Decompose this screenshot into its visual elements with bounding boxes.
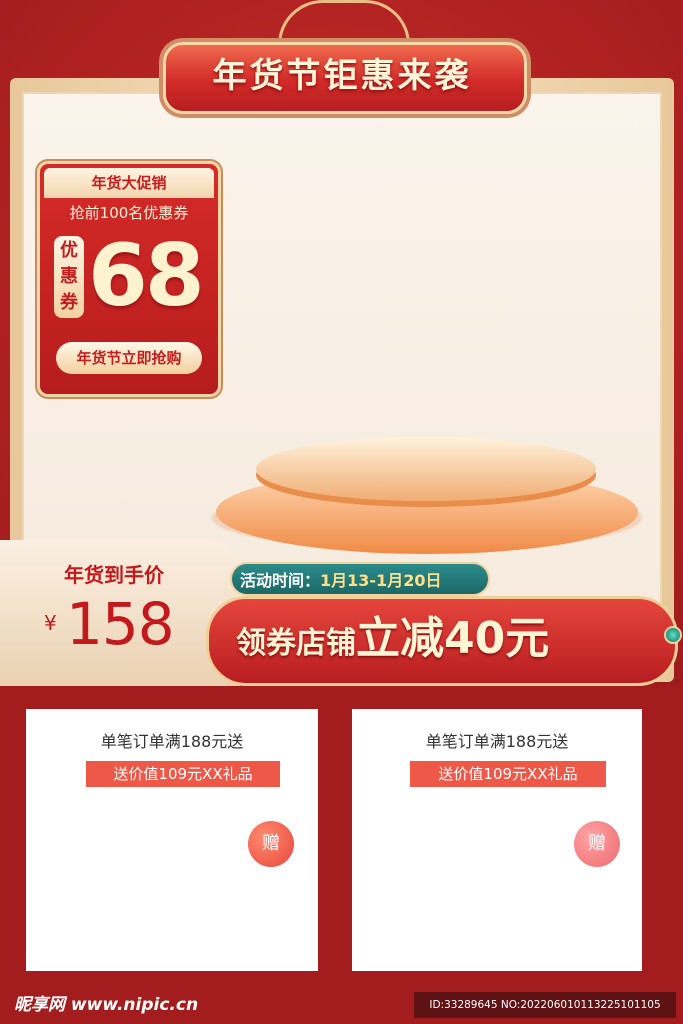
activity-dates: 1月13-1月20日: [320, 571, 442, 590]
currency-symbol: ¥: [44, 611, 57, 635]
coupon-label-text: 优惠券: [60, 240, 78, 313]
card-title: 单笔订单满188元送: [100, 732, 244, 751]
price-label: 年货到手价: [64, 563, 164, 587]
watermark-brand: 昵享网 www.nipic.cn: [14, 995, 199, 1015]
card-tag: 送价值109元XX礼品: [86, 761, 280, 787]
coupon-label: 优惠券: [54, 236, 84, 318]
activity-time-label: 活动时间：: [240, 571, 321, 590]
gift-icon: 赠: [574, 821, 620, 867]
gift-card-2[interactable]: 单笔订单满188元送 送价值109元XX礼品 赠: [352, 709, 642, 971]
promo-highlight: 立减40元: [356, 613, 550, 664]
coupon-amount: 68: [88, 226, 205, 326]
activity-time-badge: 活动时间：1月13-1月20日: [230, 562, 490, 596]
gift-icon: 赠: [248, 821, 294, 867]
watermark-id: ID:33289645 NO:20220601011322510110​5: [414, 992, 676, 1018]
podium-top: [256, 437, 596, 501]
card-tag: 送价值109元XX礼品: [410, 761, 606, 787]
card-title: 单笔订单满188元送: [425, 732, 569, 751]
promo-text: 领券店铺立减40元: [236, 602, 656, 676]
grab-coupon-button[interactable]: 年货节立即抢购: [56, 342, 202, 374]
coupon-header: 年货大促销: [44, 168, 214, 198]
promo-prefix: 领券店铺: [236, 626, 356, 661]
price-value: 158: [66, 590, 175, 658]
coupon-subtitle: 抢前100名优惠券: [69, 204, 189, 222]
gift-card-1[interactable]: 单笔订单满188元送 送价值109元XX礼品 赠: [26, 709, 318, 971]
gem-ornament: [664, 626, 682, 644]
page-title: 年货节钜惠来袭: [212, 56, 472, 96]
decorative-hook: [278, 0, 410, 45]
